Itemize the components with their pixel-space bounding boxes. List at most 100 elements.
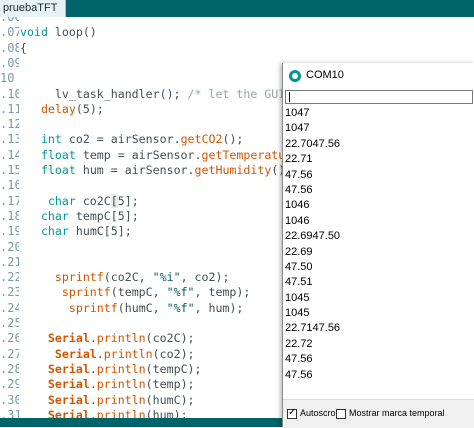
line-number: .10 [0,86,19,101]
line-number: .25 [0,316,19,330]
code-token: int [40,132,62,147]
code-line[interactable]: sprintf(humC, "%f", hum); [20,300,244,315]
line-number: .20 [0,239,19,254]
line-number: .18 [0,208,19,223]
serial-output-line: 47.56 [285,183,313,196]
code-token: sprintf [54,270,104,285]
line-number: .13 [0,132,19,147]
code-token: co2C [75,193,111,208]
code-line[interactable]: Serial.println(temp); [20,377,195,391]
serial-output-line: 1045 [285,291,310,304]
tab-bar: pruebaTFT [0,0,474,17]
autoscroll-label: Autoscroll [300,408,340,418]
code-token: (); [222,132,244,147]
code-token: char [47,193,76,208]
code-line[interactable]: sprintf(tempC, "%f", temp); [20,285,250,299]
serial-output-line: 47.56 [285,353,313,366]
code-token: (tempC, [110,285,167,300]
code-token: . [89,392,97,407]
code-line[interactable]: sprintf(co2C, "%i", co2); [20,270,230,285]
code-token: (co2); [152,346,195,361]
code-line[interactable]: Serial.println(humC); [20,393,195,407]
serial-monitor-window: COM10 1047 1047 22.7047.56 22.71 47.56 47.56 1… [282,63,474,428]
code-line[interactable]: delay(5); [20,102,104,116]
code-token: , co2); [180,270,230,285]
serial-output-line: 47.50 [285,260,313,273]
serial-output-line: 22.69 [285,245,313,258]
line-number: .29 [0,377,19,392]
code-token: co2 = airSensor. [61,132,181,147]
timestamp-label: Mostrar marca temporal [349,408,445,418]
code-token: sprintf [61,285,111,300]
serial-output-area[interactable]: 1047 1047 22.7047.56 22.71 47.56 47.56 1046 104… [283,107,474,399]
serial-output-line: 22.72 [285,337,313,350]
serial-send-input[interactable] [285,90,473,104]
code-token: void [20,25,55,40]
line-number: .26 [0,331,19,346]
code-line[interactable]: int co2 = airSensor.getCO2(); [20,132,243,146]
serial-window-title: COM10 [306,69,344,81]
line-number: .12 [0,117,19,132]
timestamp-checkbox[interactable] [336,409,346,419]
code-line[interactable]: Serial.println(co2); [20,347,195,361]
code-token: getHumidity [194,163,272,177]
code-line[interactable]: char co2C[5]; [20,193,139,208]
serial-titlebar[interactable]: COM10 [283,63,474,89]
code-line[interactable]: void loop() [20,25,97,39]
code-line[interactable]: float hum = airSensor.getHumidity(); [20,163,292,177]
code-line[interactable]: float temp = airSensor.getTemperature(); [20,148,320,162]
code-token: delay [40,101,76,116]
code-line[interactable]: { [20,41,27,55]
line-number: .07 [0,25,19,40]
code-token: println [96,377,146,392]
code-token: (5); [75,101,104,116]
code-token: (temp); [145,377,195,392]
code-token: . [96,346,104,361]
serial-output-line: 1046 [285,199,310,212]
code-token: { [20,40,27,55]
code-line[interactable]: Serial.println(tempC); [20,362,202,376]
text-caret [289,92,290,102]
code-token: temp = airSensor. [75,147,202,162]
serial-output-line: 47.56 [285,168,313,181]
code-line[interactable]: char humC[5]; [20,224,132,238]
serial-output-line: 1047 [285,122,310,135]
line-number: .17 [0,193,19,208]
serial-output-line: 22.7047.56 [285,137,341,150]
line-number: .08 [0,40,19,55]
line-number: .14 [0,147,19,162]
code-line[interactable]: Serial.println(co2C); [20,331,195,345]
code-token: Serial [47,377,90,392]
serial-output-line: 1045 [285,307,310,320]
code-token: getCO2 [180,132,223,147]
code-token: Serial [47,392,90,407]
arduino-icon [289,70,301,82]
tab-pruebatft[interactable]: pruebaTFT [0,0,67,17]
code-token: "%i" [152,270,181,285]
code-token: sprintf [68,300,118,315]
code-token: println [96,361,146,376]
line-number: .11 [0,101,19,116]
line-number: .06 [0,17,19,24]
code-token: lv_task_handler(); [20,86,188,101]
code-token: Serial [47,331,90,346]
autoscroll-checkbox[interactable] [287,407,297,419]
code-token: (co2C, [103,270,153,285]
code-token: tempC[5]; [68,208,139,223]
line-number: 10 [0,71,15,86]
serial-output-line: 1047 [285,107,310,119]
code-token: 5]; [117,193,139,208]
line-number: .09 [0,55,19,70]
code-line[interactable]: char tempC[5]; [20,209,139,223]
